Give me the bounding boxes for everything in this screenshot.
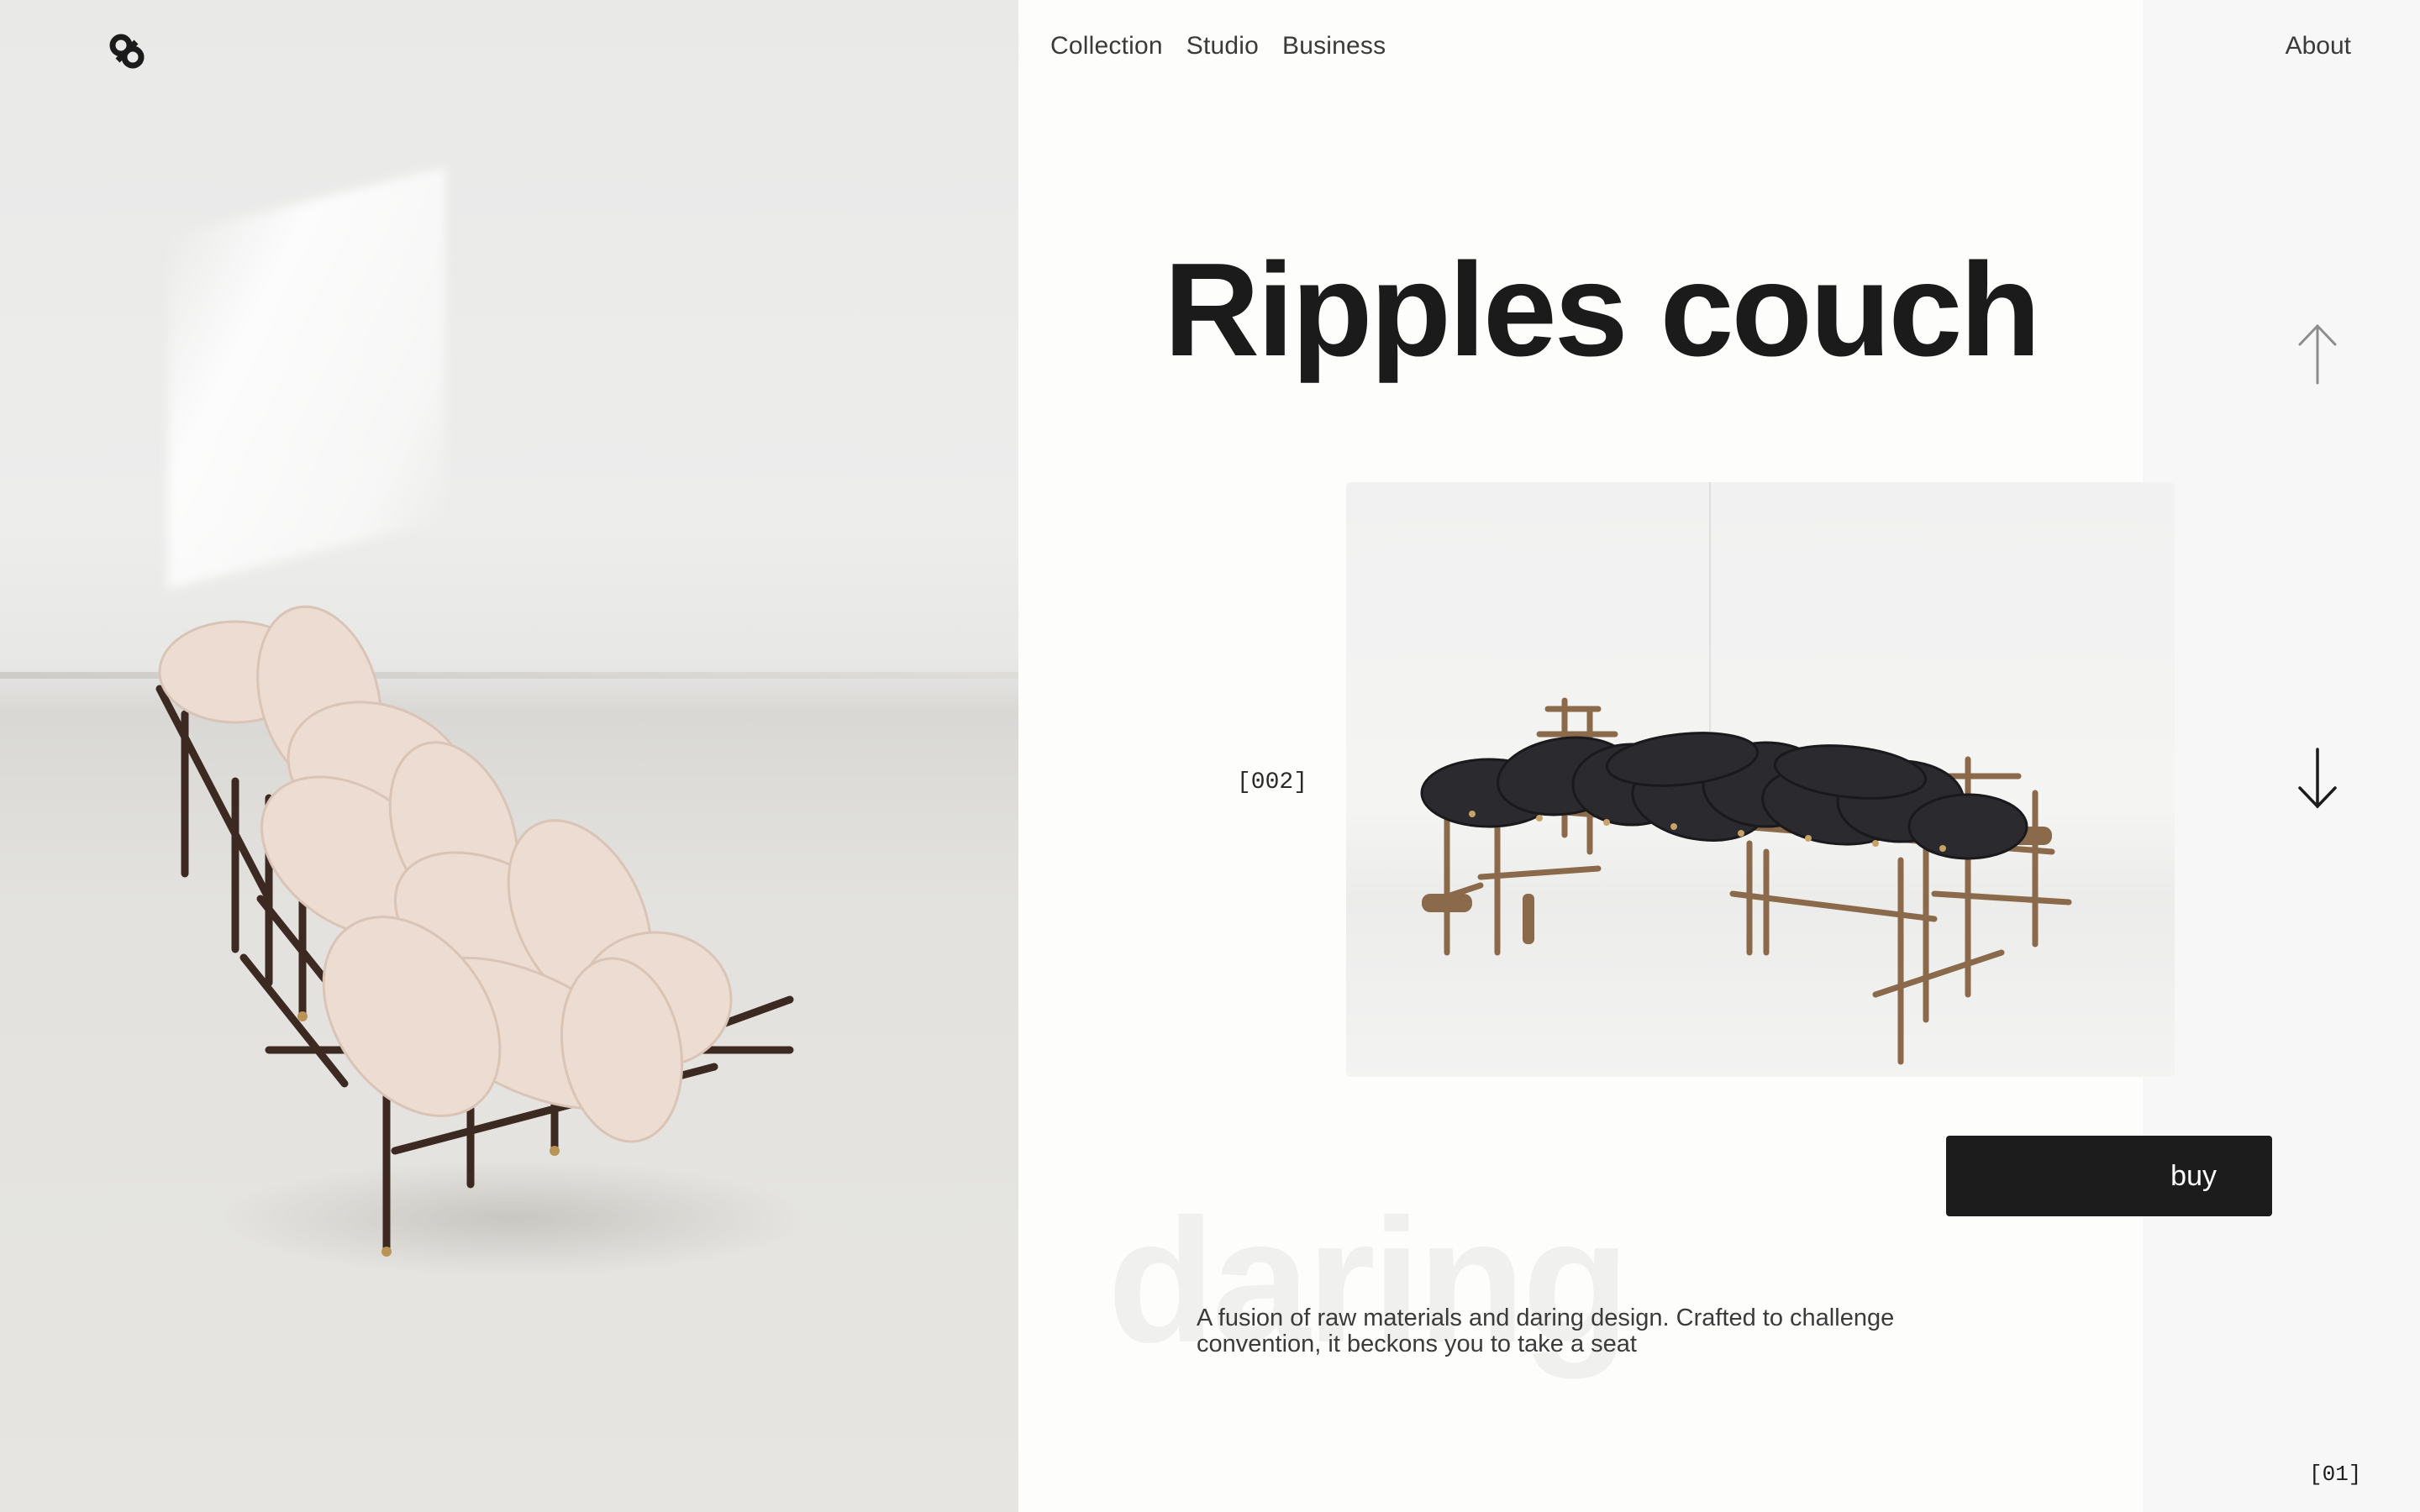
arrow-up-icon xyxy=(2298,323,2337,385)
nav-item-about[interactable]: About xyxy=(2286,32,2351,60)
arrow-down-icon xyxy=(2298,748,2337,809)
main-nav: Collection Studio Business xyxy=(1050,32,1386,60)
side-strip xyxy=(2143,0,2420,1512)
sunlight-patch xyxy=(168,166,445,590)
nav-item-collection[interactable]: Collection xyxy=(1050,32,1163,60)
black-couch-illustration xyxy=(1420,697,2072,1065)
cream-couch-illustration xyxy=(155,605,794,1257)
page-counter: [01] xyxy=(2309,1462,2362,1487)
nav-item-business[interactable]: Business xyxy=(1282,32,1386,60)
product-title: Ripples couch xyxy=(1164,236,2041,384)
next-button[interactable] xyxy=(2292,744,2343,811)
brand-logo-icon[interactable] xyxy=(106,30,148,72)
interlocking-knot-logo-icon xyxy=(109,34,145,69)
nav-item-studio[interactable]: Studio xyxy=(1186,32,1259,60)
buy-button[interactable]: buy xyxy=(1946,1136,2272,1216)
previous-button[interactable] xyxy=(2292,321,2343,388)
product-description: A fusion of raw materials and daring des… xyxy=(1197,1305,1895,1357)
product-image xyxy=(1346,482,2175,1077)
product-index: [002] xyxy=(1237,769,1308,795)
hero-image xyxy=(0,0,1018,1512)
